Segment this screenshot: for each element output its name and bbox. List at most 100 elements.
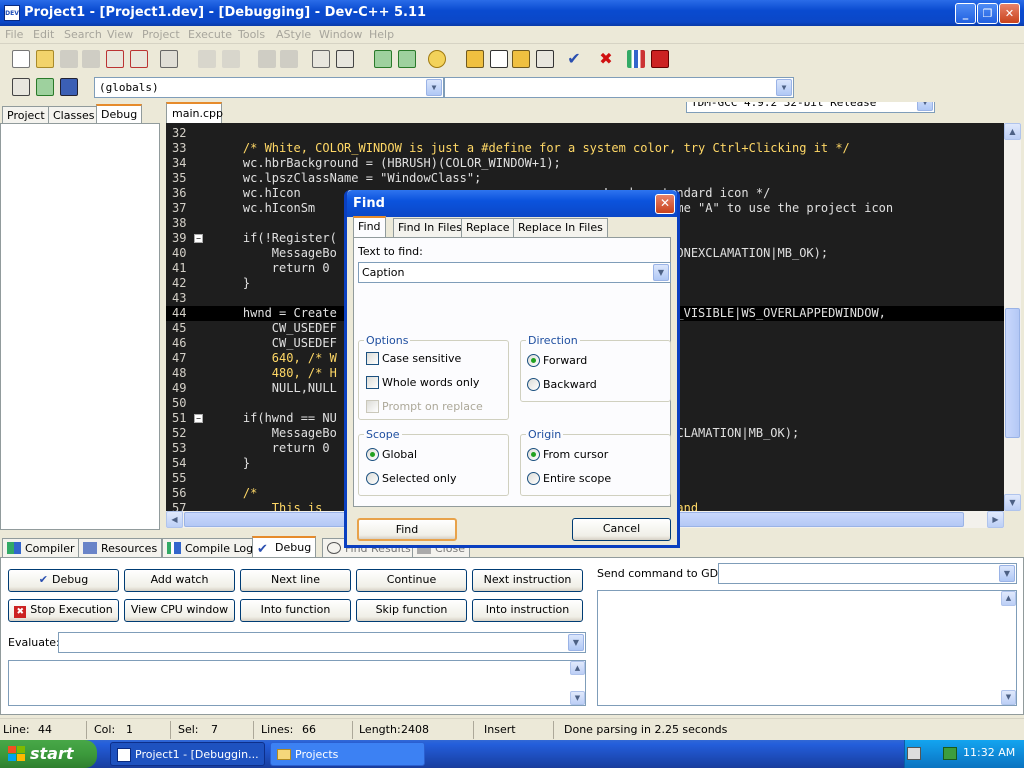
close-file-icon[interactable] xyxy=(106,50,124,68)
tab-find-in-files[interactable]: Find In Files xyxy=(393,218,467,237)
new-file-icon[interactable] xyxy=(12,50,30,68)
menu-project[interactable]: Project xyxy=(142,28,180,41)
clock[interactable]: 11:32 AM xyxy=(963,746,1015,759)
menu-execute[interactable]: Execute xyxy=(188,28,232,41)
debug-button[interactable]: ✔ Debug xyxy=(8,569,119,592)
window-icon[interactable] xyxy=(490,50,508,68)
menu-edit[interactable]: Edit xyxy=(33,28,54,41)
gdb-command-input[interactable]: ▼ xyxy=(718,563,1017,584)
add-to-project-icon[interactable] xyxy=(374,50,392,68)
project-options-icon[interactable] xyxy=(428,50,446,68)
close-all-icon[interactable] xyxy=(130,50,148,68)
evaluate-input[interactable]: ▼ xyxy=(58,632,586,653)
find-close-button[interactable]: ✕ xyxy=(655,194,675,214)
network-icon[interactable] xyxy=(943,747,957,760)
find-button[interactable]: Find xyxy=(357,518,457,541)
next-line-button[interactable]: Next line xyxy=(240,569,351,592)
taskbar-item-projects[interactable]: Projects xyxy=(270,742,425,766)
text-to-find-input[interactable]: Caption ▼ xyxy=(358,262,671,283)
into-function-button[interactable]: Into function xyxy=(240,599,351,622)
chevron-down-icon[interactable]: ▼ xyxy=(999,565,1015,582)
scroll-up-icon[interactable]: ▲ xyxy=(570,661,585,675)
fold-toggle-icon[interactable]: − xyxy=(194,234,203,243)
add-watch-button[interactable]: Add watch xyxy=(124,569,235,592)
tab-project[interactable]: Project xyxy=(2,106,50,124)
scroll-right-icon[interactable]: ▶ xyxy=(987,511,1004,528)
save-icon[interactable] xyxy=(60,50,78,68)
bookmark-icon[interactable] xyxy=(60,78,78,96)
tile-icon[interactable] xyxy=(512,50,530,68)
tab-find[interactable]: Find xyxy=(353,216,386,238)
grid-icon[interactable] xyxy=(466,50,484,68)
backward-radio[interactable] xyxy=(527,378,540,391)
scroll-down-icon[interactable]: ▼ xyxy=(1004,494,1021,511)
toggle-comment-icon[interactable] xyxy=(312,50,330,68)
cancel-button[interactable]: Cancel xyxy=(572,518,671,541)
menu-search[interactable]: Search xyxy=(64,28,102,41)
gdb-output[interactable]: ▲ ▼ xyxy=(597,590,1017,706)
tab-classes[interactable]: Classes xyxy=(48,106,100,124)
into-instruction-button[interactable]: Into instruction xyxy=(472,599,583,622)
scroll-down-icon[interactable]: ▼ xyxy=(570,691,585,705)
save-all-icon[interactable] xyxy=(82,50,100,68)
insert-icon[interactable] xyxy=(12,78,30,96)
title-bar[interactable]: DEV Project1 - [Project1.dev] - [Debuggi… xyxy=(0,0,1024,26)
fold-toggle-icon[interactable]: − xyxy=(194,414,203,423)
keyboard-icon[interactable] xyxy=(907,747,921,760)
menu-file[interactable]: File xyxy=(5,28,23,41)
continue-button[interactable]: Continue xyxy=(356,569,467,592)
debug-watch-panel[interactable] xyxy=(0,123,160,530)
scroll-thumb[interactable] xyxy=(1005,308,1020,438)
scroll-left-icon[interactable]: ◀ xyxy=(166,511,183,528)
chevron-down-icon[interactable]: ▼ xyxy=(426,79,442,96)
tab-debug[interactable]: Debug xyxy=(96,104,143,125)
scroll-up-icon[interactable]: ▲ xyxy=(1004,123,1021,140)
stop-execution-button[interactable]: ✖ Stop Execution xyxy=(8,599,119,622)
menu-tools[interactable]: Tools xyxy=(238,28,265,41)
goto-icon[interactable] xyxy=(36,78,54,96)
redo-icon[interactable] xyxy=(222,50,240,68)
from-cursor-radio[interactable] xyxy=(527,448,540,461)
maximize-button[interactable]: ❐ xyxy=(977,3,998,24)
view-cpu-window-button[interactable]: View CPU window xyxy=(124,599,235,622)
tab-compiler[interactable]: Compiler xyxy=(2,538,80,558)
undo-icon[interactable] xyxy=(198,50,216,68)
print-icon[interactable] xyxy=(160,50,178,68)
tab-resources[interactable]: Resources xyxy=(78,538,163,558)
evaluate-output[interactable]: ▲ ▼ xyxy=(8,660,586,706)
chevron-down-icon[interactable]: ▼ xyxy=(776,79,792,96)
indent-icon[interactable] xyxy=(258,50,276,68)
tab-compile-log[interactable]: Compile Log xyxy=(162,538,259,558)
whole-words-checkbox[interactable] xyxy=(366,376,379,389)
skip-function-button[interactable]: Skip function xyxy=(356,599,467,622)
next-instruction-button[interactable]: Next instruction xyxy=(472,569,583,592)
scroll-down-icon[interactable]: ▼ xyxy=(1001,690,1016,705)
unindent-icon[interactable] xyxy=(280,50,298,68)
scroll-up-icon[interactable]: ▲ xyxy=(1001,591,1016,606)
stop-icon[interactable]: ✖ xyxy=(597,50,615,68)
tab-main-cpp[interactable]: main.cpp xyxy=(166,102,223,124)
menu-astyle[interactable]: AStyle xyxy=(276,28,311,41)
entire-scope-radio[interactable] xyxy=(527,472,540,485)
menu-window[interactable]: Window xyxy=(319,28,362,41)
remove-from-project-icon[interactable] xyxy=(398,50,416,68)
profile-delete-icon[interactable] xyxy=(651,50,669,68)
menu-help[interactable]: Help xyxy=(369,28,394,41)
selected-only-radio[interactable] xyxy=(366,472,379,485)
check-icon[interactable]: ✔ xyxy=(565,50,583,68)
scope-select[interactable]: (globals) ▼ xyxy=(94,77,444,98)
chevron-down-icon[interactable]: ▼ xyxy=(568,634,584,651)
goto-line-icon[interactable] xyxy=(336,50,354,68)
prompt-replace-checkbox[interactable] xyxy=(366,400,379,413)
close-button[interactable]: ✕ xyxy=(999,3,1020,24)
global-radio[interactable] xyxy=(366,448,379,461)
profile-chart-icon[interactable] xyxy=(627,50,645,68)
tab-replace-in-files[interactable]: Replace In Files xyxy=(513,218,608,237)
chevron-down-icon[interactable]: ▼ xyxy=(653,264,669,281)
find-dialog-title[interactable]: Find xyxy=(347,190,677,217)
layout-icon[interactable] xyxy=(536,50,554,68)
taskbar-item-devcpp[interactable]: Project1 - [Debuggin... xyxy=(110,742,265,766)
open-file-icon[interactable] xyxy=(36,50,54,68)
members-select[interactable]: ▼ xyxy=(444,77,794,98)
tab-replace[interactable]: Replace xyxy=(461,218,515,237)
